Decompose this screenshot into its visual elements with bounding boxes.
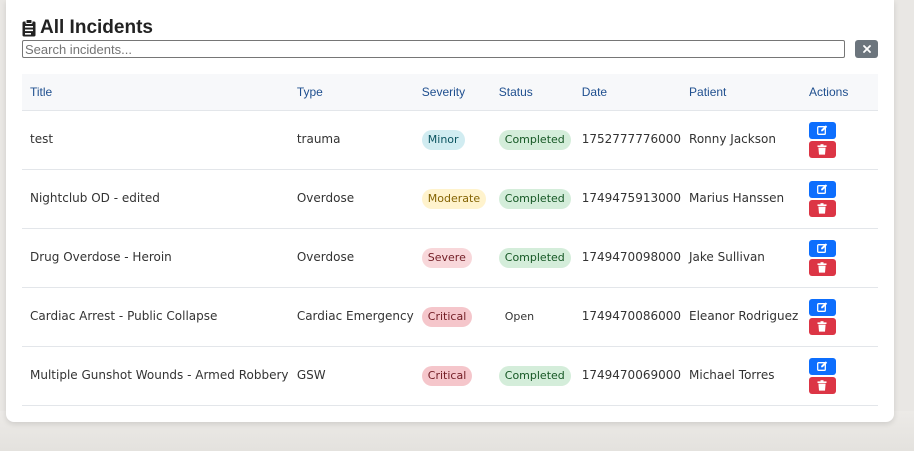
- trash-icon: [817, 143, 827, 155]
- incident-type: GSW: [296, 368, 326, 382]
- severity-badge: Severe: [421, 247, 472, 268]
- column-header-status[interactable]: Status: [490, 74, 574, 111]
- table-row[interactable]: Nightclub OD - edited Overdose Moderate …: [22, 169, 878, 228]
- row-actions: [808, 239, 878, 276]
- status-badge: Completed: [498, 247, 571, 268]
- table-row[interactable]: Drug Overdose - Heroin Overdose Severe C…: [22, 228, 878, 287]
- status-badge: Completed: [498, 188, 571, 209]
- row-actions: [808, 180, 878, 217]
- search-bar: [22, 40, 878, 58]
- column-header-date[interactable]: Date: [573, 74, 682, 111]
- severity-badge: Critical: [421, 365, 473, 386]
- incident-title: Cardiac Arrest - Public Collapse: [30, 309, 218, 323]
- row-actions: [808, 298, 878, 335]
- edit-icon: [817, 125, 828, 135]
- incident-date: 1749470069000: [581, 368, 682, 382]
- incidents-table: Title Type Severity Status Date Patient …: [22, 74, 878, 406]
- incident-date: 1752777776000: [581, 132, 682, 146]
- delete-button[interactable]: [808, 317, 836, 335]
- incident-date: 1749475913000: [581, 191, 682, 205]
- edit-icon: [817, 243, 828, 253]
- delete-button[interactable]: [808, 199, 836, 217]
- incident-type: Overdose: [296, 191, 355, 205]
- incident-date: 1749470098000: [581, 250, 682, 264]
- status-badge: Open: [504, 309, 535, 323]
- table-row[interactable]: test trauma Minor Completed 175277777600…: [22, 110, 878, 169]
- incident-title: Drug Overdose - Heroin: [30, 250, 172, 264]
- table-row[interactable]: Cardiac Arrest - Public Collapse Cardiac…: [22, 287, 878, 346]
- row-actions: [808, 121, 878, 158]
- trash-icon: [817, 261, 827, 273]
- edit-icon: [817, 361, 828, 371]
- column-header-severity[interactable]: Severity: [413, 74, 491, 111]
- incident-patient: Eleanor Rodriguez: [689, 309, 799, 323]
- incident-title: test: [30, 132, 54, 146]
- edit-icon: [817, 302, 828, 312]
- edit-button[interactable]: [808, 121, 836, 139]
- delete-button[interactable]: [808, 258, 836, 276]
- clear-search-button[interactable]: [855, 40, 878, 58]
- incident-date: 1749470086000: [581, 309, 682, 323]
- table-header-row: Title Type Severity Status Date Patient …: [22, 74, 878, 111]
- column-header-title[interactable]: Title: [22, 74, 289, 111]
- page-title: All Incidents: [40, 17, 153, 38]
- severity-badge: Minor: [421, 129, 465, 150]
- incident-patient: Ronny Jackson: [689, 132, 776, 146]
- incident-patient: Michael Torres: [689, 368, 775, 382]
- incident-type: trauma: [296, 132, 341, 146]
- clipboard-icon: [22, 19, 36, 37]
- row-actions: [808, 357, 878, 394]
- trash-icon: [817, 320, 827, 332]
- table-row[interactable]: Multiple Gunshot Wounds - Armed Robbery …: [22, 346, 878, 405]
- incident-patient: Jake Sullivan: [689, 250, 765, 264]
- incidents-card: All Incidents Title Type Severity Status…: [6, 0, 894, 422]
- severity-badge: Critical: [421, 306, 473, 327]
- status-badge: Completed: [498, 365, 571, 386]
- edit-button[interactable]: [808, 239, 836, 257]
- column-header-patient[interactable]: Patient: [681, 74, 801, 111]
- page-header: All Incidents: [22, 17, 153, 39]
- status-badge: Completed: [498, 129, 571, 150]
- column-header-actions: Actions: [800, 74, 878, 111]
- edit-icon: [817, 184, 828, 194]
- incident-title: Nightclub OD - edited: [30, 191, 160, 205]
- trash-icon: [817, 202, 827, 214]
- edit-button[interactable]: [808, 298, 836, 316]
- edit-button[interactable]: [808, 357, 836, 375]
- severity-badge: Moderate: [421, 188, 487, 209]
- edit-button[interactable]: [808, 180, 836, 198]
- search-input[interactable]: [22, 40, 845, 58]
- delete-button[interactable]: [808, 376, 836, 394]
- incident-type: Cardiac Emergency: [296, 309, 414, 323]
- close-icon: [862, 45, 871, 53]
- trash-icon: [817, 379, 827, 391]
- incident-patient: Marius Hanssen: [689, 191, 785, 205]
- incident-title: Multiple Gunshot Wounds - Armed Robbery: [30, 368, 289, 382]
- delete-button[interactable]: [808, 140, 836, 158]
- column-header-type[interactable]: Type: [288, 74, 414, 111]
- incident-type: Overdose: [296, 250, 355, 264]
